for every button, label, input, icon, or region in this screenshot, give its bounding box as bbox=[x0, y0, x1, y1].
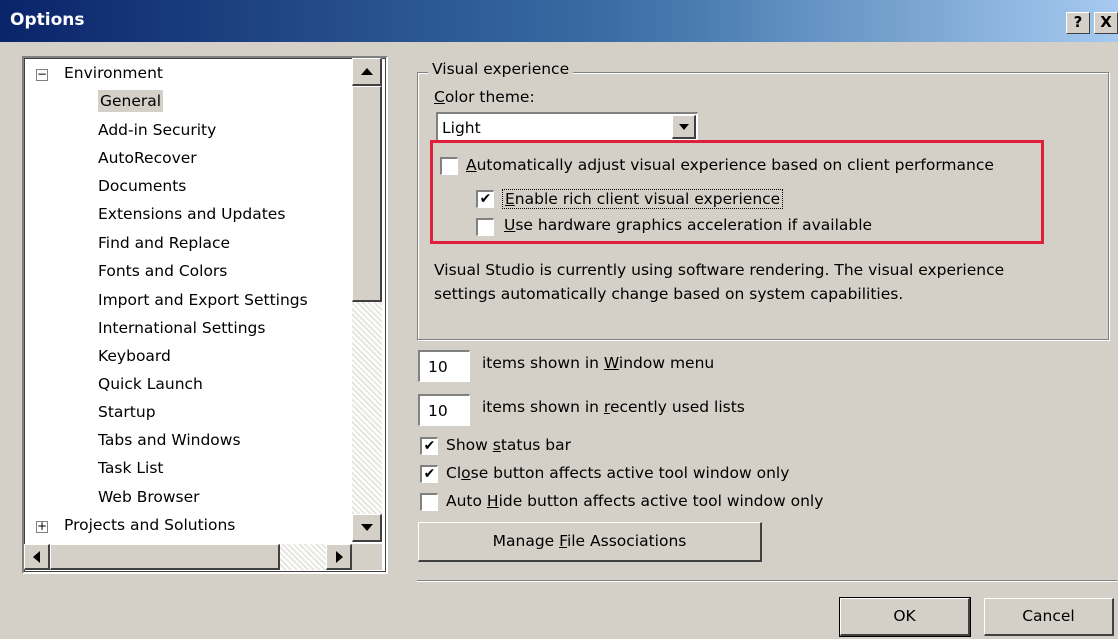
color-theme-dropdown[interactable]: Light bbox=[436, 112, 698, 142]
tree-item-web-browser[interactable]: Web Browser bbox=[98, 484, 200, 510]
auto-adjust-label: Automatically adjust visual experience b… bbox=[466, 156, 994, 174]
status-bar-checkbox[interactable]: ✔ bbox=[420, 437, 438, 455]
ok-button[interactable]: OK bbox=[839, 597, 971, 637]
status-bar-label: Show status bar bbox=[446, 436, 572, 454]
scroll-right-button[interactable] bbox=[326, 544, 352, 570]
collapse-environment-icon[interactable]: − bbox=[36, 68, 48, 81]
tree-item-label: AutoRecover bbox=[98, 149, 197, 167]
chevron-down-icon bbox=[679, 124, 689, 130]
tree-horizontal-scrollbar[interactable] bbox=[24, 544, 352, 570]
tree-item-label: Extensions and Updates bbox=[98, 205, 286, 223]
tree-item-label: Keyboard bbox=[98, 347, 171, 365]
recent-lists-count-input[interactable]: 10 bbox=[418, 394, 470, 426]
tree-item-label: International Settings bbox=[98, 319, 266, 337]
tree-item-label: Find and Replace bbox=[98, 234, 231, 252]
tree-item-find-and-replace[interactable]: Find and Replace bbox=[98, 230, 230, 256]
close-button-label: Close button affects active tool window … bbox=[446, 464, 790, 482]
scroll-up-button[interactable] bbox=[352, 58, 382, 86]
close-button[interactable]: X bbox=[1094, 12, 1118, 34]
tree-item-autorecover[interactable]: AutoRecover bbox=[98, 145, 197, 171]
tree-item-quick-launch[interactable]: Quick Launch bbox=[98, 371, 203, 397]
dropdown-button[interactable] bbox=[672, 115, 696, 139]
recent-lists-label: items shown in recently used lists bbox=[482, 398, 745, 416]
scroll-down-button[interactable] bbox=[352, 514, 382, 542]
rich-client-label: Enable rich client visual experience bbox=[502, 189, 784, 209]
hw-accel-label: Use hardware graphics acceleration if av… bbox=[504, 216, 873, 234]
hw-accel-checkbox[interactable] bbox=[476, 218, 494, 236]
expand-projects-icon[interactable]: + bbox=[36, 520, 48, 533]
window-title: Options bbox=[10, 10, 85, 30]
tree-item-task-list[interactable]: Task List bbox=[98, 455, 163, 481]
window-menu-count-input[interactable]: 10 bbox=[418, 350, 470, 382]
info-text-line1: Visual Studio is currently using softwar… bbox=[434, 261, 1005, 279]
tree-item-import-export-settings[interactable]: Import and Export Settings bbox=[98, 287, 308, 313]
tree-item-label: Environment bbox=[64, 64, 163, 82]
info-text-line2: settings automatically change based on s… bbox=[434, 285, 904, 303]
divider bbox=[417, 580, 1117, 582]
tree-item-label: Task List bbox=[98, 459, 164, 477]
tree-item-label: Projects and Solutions bbox=[64, 516, 236, 534]
tree-item-tabs-and-windows[interactable]: Tabs and Windows bbox=[98, 427, 241, 453]
tree-item-label: Documents bbox=[98, 177, 187, 195]
scroll-thumb[interactable] bbox=[352, 86, 382, 302]
tree-item-label: Web Browser bbox=[98, 488, 200, 506]
tree-item-documents[interactable]: Documents bbox=[98, 173, 186, 199]
title-bar: Options ? X bbox=[0, 0, 1118, 42]
arrow-up-icon bbox=[361, 68, 373, 75]
tree-item-general[interactable]: General bbox=[98, 88, 164, 114]
arrow-down-icon bbox=[361, 524, 373, 531]
tree-item-environment[interactable]: Environment bbox=[64, 60, 163, 86]
tree-item-label: Startup bbox=[98, 403, 156, 421]
tree-item-add-in-security[interactable]: Add-in Security bbox=[98, 117, 216, 143]
tree-item-startup[interactable]: Startup bbox=[98, 399, 156, 425]
tree-item-label: Tabs and Windows bbox=[98, 431, 241, 449]
tree-item-label: Fonts and Colors bbox=[98, 262, 228, 280]
tree-vertical-scrollbar[interactable] bbox=[352, 58, 382, 542]
tree-item-label: Import and Export Settings bbox=[98, 291, 308, 309]
tree-item-projects-and-solutions[interactable]: Projects and Solutions bbox=[64, 512, 235, 538]
auto-adjust-checkbox[interactable] bbox=[440, 157, 458, 175]
hscroll-thumb[interactable] bbox=[50, 544, 280, 570]
tree-item-label: General bbox=[98, 90, 164, 112]
tree-item-fonts-and-colors[interactable]: Fonts and Colors bbox=[98, 258, 227, 284]
scroll-corner bbox=[352, 544, 382, 570]
arrow-right-icon bbox=[336, 551, 343, 563]
auto-hide-label: Auto Hide button affects active tool win… bbox=[446, 492, 824, 510]
cancel-button[interactable]: Cancel bbox=[984, 598, 1114, 636]
window-menu-label: items shown in Window menu bbox=[482, 354, 715, 372]
options-tree[interactable]: − Environment General Add-in Security Au… bbox=[22, 56, 388, 574]
visual-experience-title: Visual experience bbox=[428, 60, 574, 78]
tree-item-international-settings[interactable]: International Settings bbox=[98, 315, 265, 341]
tree-item-label: Quick Launch bbox=[98, 375, 203, 393]
color-theme-value: Light bbox=[442, 119, 481, 137]
tree-item-label: Add-in Security bbox=[98, 121, 217, 139]
close-button-checkbox[interactable]: ✔ bbox=[420, 465, 438, 483]
tree-item-extensions-and-updates[interactable]: Extensions and Updates bbox=[98, 201, 285, 227]
tree-item-keyboard[interactable]: Keyboard bbox=[98, 343, 171, 369]
help-button[interactable]: ? bbox=[1066, 12, 1090, 34]
arrow-left-icon bbox=[33, 551, 40, 563]
scroll-left-button[interactable] bbox=[24, 544, 50, 570]
manage-file-associations-button[interactable]: Manage File Associations bbox=[418, 522, 762, 562]
rich-client-checkbox[interactable]: ✔ bbox=[476, 190, 494, 208]
auto-hide-checkbox[interactable] bbox=[420, 493, 438, 511]
color-theme-label: Color theme: bbox=[434, 88, 535, 106]
